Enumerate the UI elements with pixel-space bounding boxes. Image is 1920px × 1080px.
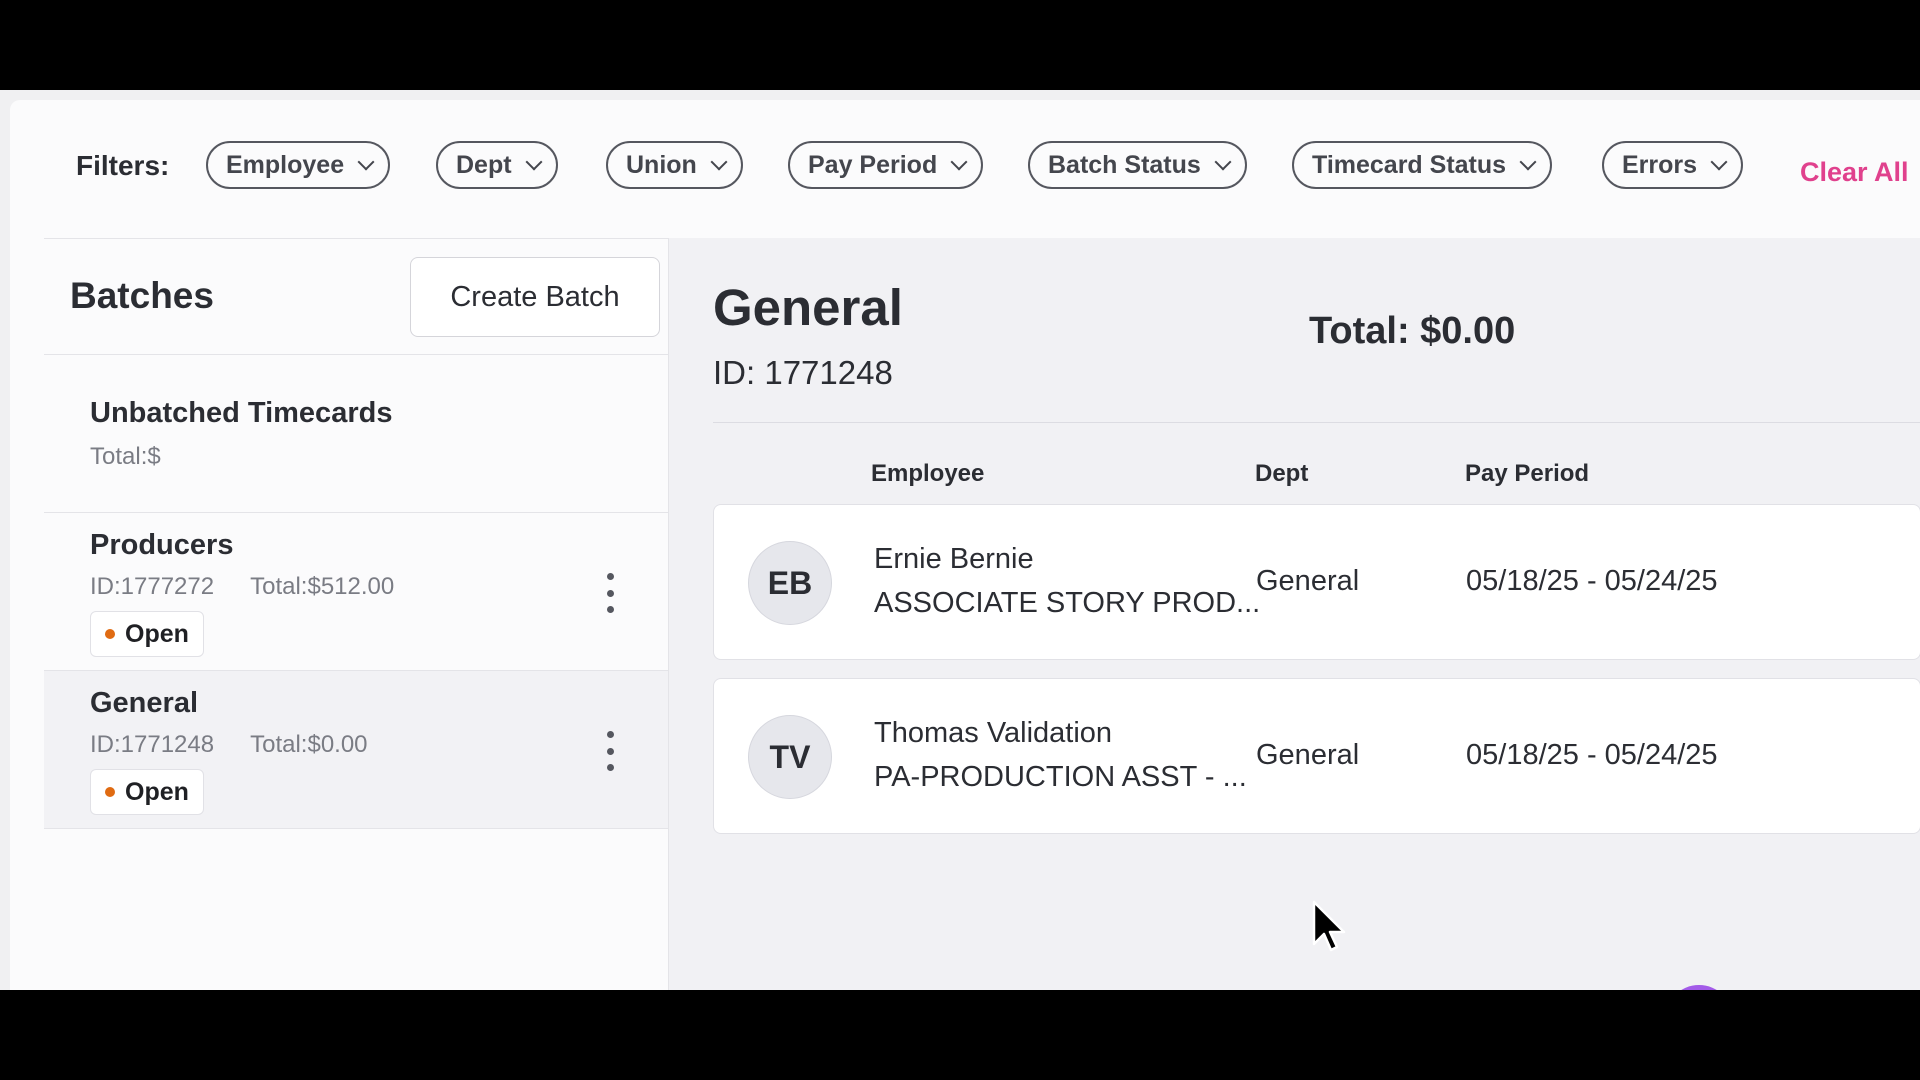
chevron-down-icon xyxy=(710,153,728,171)
filter-timecard-status[interactable]: Timecard Status xyxy=(1292,141,1553,189)
chevron-down-icon xyxy=(1214,153,1232,171)
batch-id: ID: 1771248 xyxy=(713,354,893,391)
chevron-down-icon xyxy=(1710,153,1728,171)
table-row[interactable]: EB Ernie Bernie ASSOCIATE STORY PROD... … xyxy=(713,504,1920,660)
filter-batch-status[interactable]: Batch Status xyxy=(1028,141,1247,189)
batch-total: Total:$ xyxy=(90,443,161,470)
kebab-menu-icon[interactable] xyxy=(600,731,620,771)
mouse-pointer-icon xyxy=(1312,900,1346,952)
batch-item-producers[interactable]: Producers ID:1777272 Total:$512.00 Open xyxy=(44,513,668,671)
filter-union-label: Union xyxy=(626,150,697,179)
column-header-pay-period[interactable]: Pay Period xyxy=(1465,460,1589,488)
chevron-down-icon xyxy=(1519,153,1537,171)
create-batch-button[interactable]: Create Batch xyxy=(410,257,660,337)
chevron-down-icon xyxy=(357,153,375,171)
status-dot-icon xyxy=(105,787,115,797)
employee-pay-period: 05/18/25 - 05/24/25 xyxy=(1466,565,1718,597)
chevron-down-icon xyxy=(950,153,968,171)
batch-total: Total: $0.00 xyxy=(1309,310,1516,352)
status-label: Open xyxy=(125,777,189,806)
batches-panel: Batches Create Batch Unbatched Timecards… xyxy=(44,238,668,990)
batch-total: Total:$0.00 xyxy=(250,731,368,758)
kebab-menu-icon[interactable] xyxy=(600,573,620,613)
employee-name: Thomas Validation xyxy=(874,717,1113,749)
table-row[interactable]: TV Thomas Validation PA-PRODUCTION ASST … xyxy=(713,678,1920,834)
filter-batch-status-label: Batch Status xyxy=(1048,150,1201,179)
status-badge: Open xyxy=(90,611,204,657)
filter-pay-period[interactable]: Pay Period xyxy=(788,141,984,189)
clear-all-link[interactable]: Clear All xyxy=(1800,157,1909,188)
batch-meta: ID:1777272 Total:$512.00 xyxy=(90,573,394,601)
filter-errors[interactable]: Errors xyxy=(1602,141,1744,189)
column-header-dept[interactable]: Dept xyxy=(1255,460,1308,488)
filter-timecard-status-label: Timecard Status xyxy=(1312,150,1507,179)
batch-item-unbatched[interactable]: Unbatched Timecards Total:$ xyxy=(44,355,668,513)
status-badge: Open xyxy=(90,769,204,815)
status-label: Open xyxy=(125,619,189,648)
batch-name: Producers xyxy=(90,529,234,561)
batches-title: Batches xyxy=(70,275,214,316)
avatar: EB xyxy=(748,541,832,625)
employee-dept: General xyxy=(1256,565,1360,597)
status-dot-icon xyxy=(105,629,115,639)
bottom-letterbox xyxy=(0,990,1920,1080)
filter-bar: Filters: Employee Dept Union Pay Period … xyxy=(10,100,1920,226)
batch-id: ID:1777272 xyxy=(90,573,215,600)
batch-meta: ID:1771248 Total:$0.00 xyxy=(90,731,368,759)
batch-item-general[interactable]: General ID:1771248 Total:$0.00 Open xyxy=(44,671,668,829)
page-title: General xyxy=(713,279,903,336)
chevron-down-icon xyxy=(525,153,543,171)
filters-label: Filters: xyxy=(76,150,170,181)
avatar: TV xyxy=(748,715,832,799)
app: Filters: Employee Dept Union Pay Period … xyxy=(0,90,1920,990)
filter-union[interactable]: Union xyxy=(606,141,743,189)
employee-name: Ernie Bernie xyxy=(874,543,1034,575)
filter-dept[interactable]: Dept xyxy=(436,141,558,189)
divider xyxy=(713,422,1920,423)
batch-id: ID:1771248 xyxy=(90,731,215,758)
filter-dept-label: Dept xyxy=(456,150,512,179)
filter-pay-period-label: Pay Period xyxy=(808,150,938,179)
employee-dept: General xyxy=(1256,739,1360,771)
employee-role: ASSOCIATE STORY PROD... xyxy=(874,587,1261,619)
top-letterbox xyxy=(0,0,1920,90)
employee-pay-period: 05/18/25 - 05/24/25 xyxy=(1466,739,1718,771)
employee-role: PA-PRODUCTION ASST - ... xyxy=(874,761,1247,793)
filter-employee[interactable]: Employee xyxy=(206,141,391,189)
batch-name: Unbatched Timecards xyxy=(90,397,393,429)
main-card: Filters: Employee Dept Union Pay Period … xyxy=(10,100,1920,990)
filter-employee-label: Employee xyxy=(226,150,345,179)
batch-name: General xyxy=(90,687,198,719)
batch-detail-panel: General ID: 1771248 Total: $0.00 Employe… xyxy=(668,238,1920,990)
column-header-employee[interactable]: Employee xyxy=(871,460,984,488)
filter-errors-label: Errors xyxy=(1622,150,1698,179)
batch-total: Total:$512.00 xyxy=(250,573,395,600)
